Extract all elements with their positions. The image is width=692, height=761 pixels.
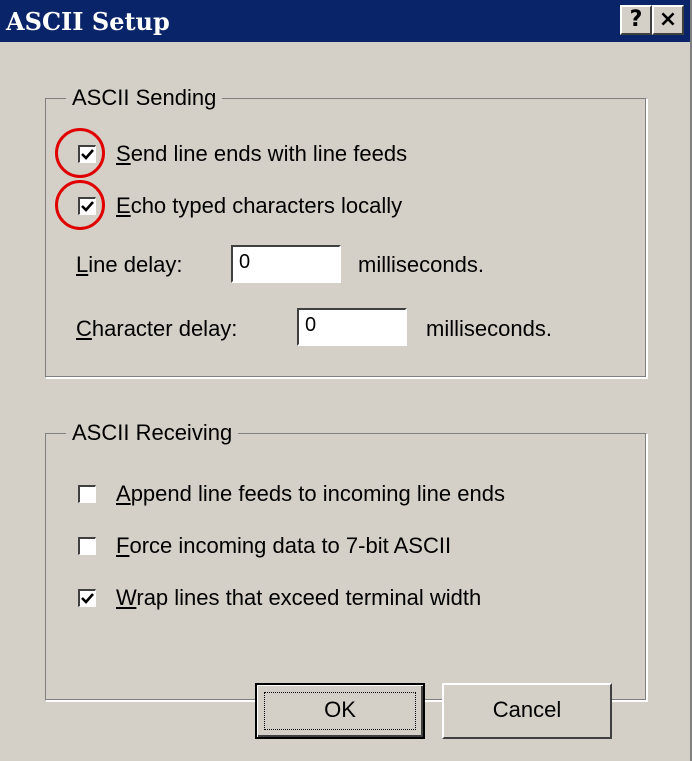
force-7bit-label[interactable]: Force incoming data to 7-bit ASCII: [116, 530, 451, 562]
append-line-feeds-checkbox[interactable]: [78, 485, 96, 503]
ascii-sending-legend: ASCII Sending: [66, 84, 223, 112]
ok-button[interactable]: OK: [255, 683, 425, 739]
character-delay-label: Character delay:: [76, 316, 238, 341]
wrap-lines-label[interactable]: Wrap lines that exceed terminal width: [116, 582, 481, 614]
help-button[interactable]: ?: [620, 5, 652, 35]
checkmark-icon: [81, 593, 94, 604]
title-bar[interactable]: ASCII Setup ? ×: [0, 0, 690, 42]
echo-typed-label[interactable]: Echo typed characters locally: [116, 190, 402, 222]
character-delay-units: milliseconds.: [426, 316, 552, 341]
line-delay-label: Line delay:: [76, 252, 183, 277]
window-title: ASCII Setup: [6, 7, 170, 36]
checkmark-icon: [81, 149, 94, 160]
line-delay-units: milliseconds.: [358, 252, 484, 277]
close-icon: ×: [658, 7, 678, 32]
help-icon: ?: [629, 7, 643, 32]
force-7bit-checkbox[interactable]: [78, 537, 96, 555]
send-line-ends-label[interactable]: Send line ends with line feeds: [116, 138, 407, 170]
append-line-feeds-label[interactable]: Append line feeds to incoming line ends: [116, 478, 505, 510]
character-delay-input[interactable]: 0: [297, 308, 407, 346]
echo-typed-checkbox[interactable]: [78, 197, 96, 215]
close-button[interactable]: ×: [652, 5, 684, 35]
focus-rectangle: [264, 692, 416, 730]
ascii-setup-dialog: ASCII Setup ? × ASCII Sending Send line …: [0, 0, 692, 761]
checkmark-icon: [81, 201, 94, 212]
wrap-lines-checkbox[interactable]: [78, 589, 96, 607]
cancel-button[interactable]: Cancel: [442, 683, 612, 739]
line-delay-input[interactable]: 0: [231, 245, 341, 283]
ascii-receiving-group: ASCII Receiving: [45, 419, 647, 701]
send-line-ends-checkbox[interactable]: [78, 145, 96, 163]
ascii-receiving-legend: ASCII Receiving: [66, 419, 239, 447]
cancel-button-label: Cancel: [492, 697, 562, 722]
